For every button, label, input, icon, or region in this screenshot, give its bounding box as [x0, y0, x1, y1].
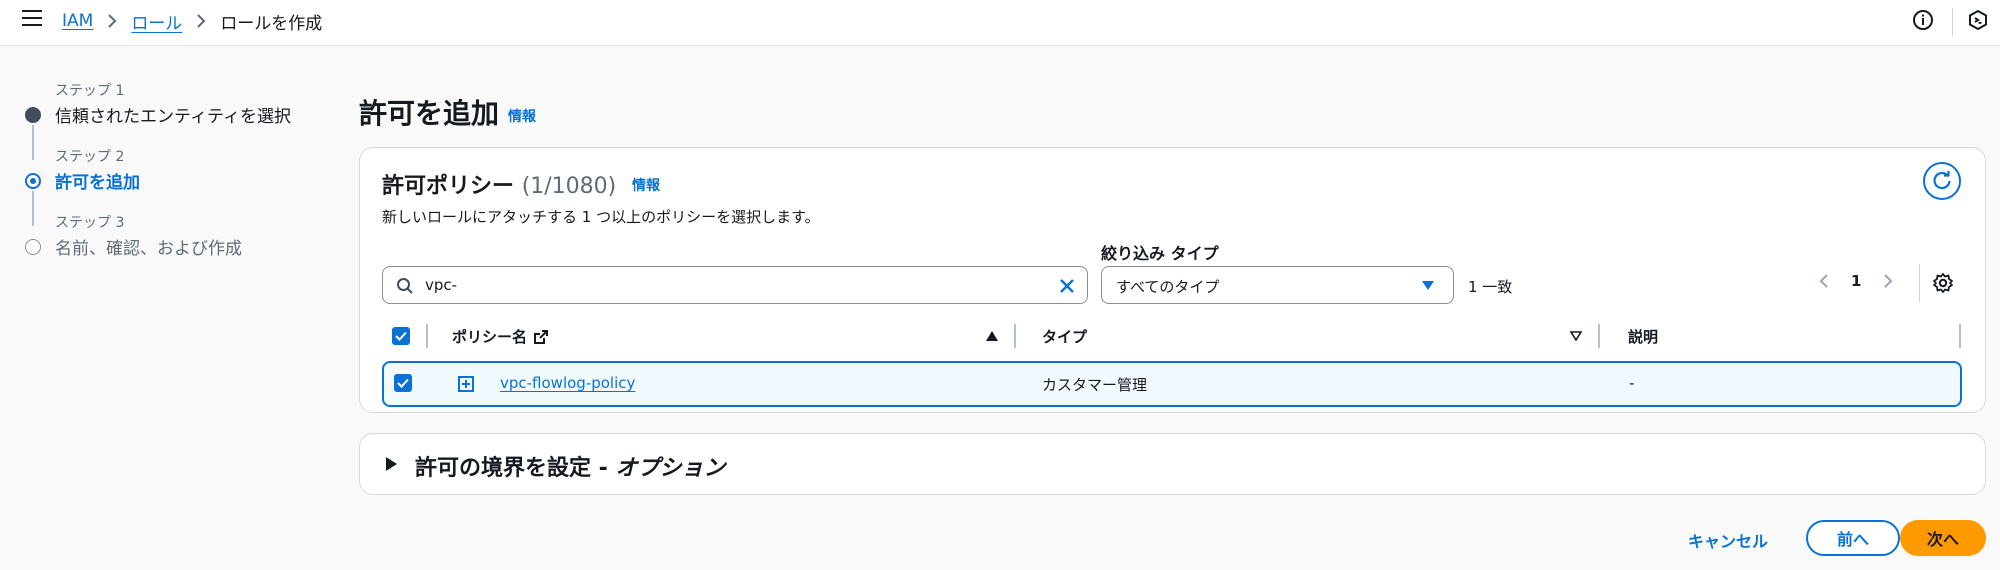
step-3: ステップ 3 名前、確認、および作成 — [20, 212, 320, 278]
policy-description: - — [1629, 374, 1635, 392]
check-icon — [397, 378, 409, 388]
breadcrumb-roles[interactable]: ロール — [131, 9, 182, 34]
column-policy-name[interactable]: ポリシー名 — [452, 326, 549, 347]
row-checkbox[interactable] — [394, 374, 412, 392]
cancel-button[interactable]: キャンセル — [1688, 528, 1768, 552]
step-title: 信頼されたエンティティを選択 — [55, 107, 291, 127]
column-separator — [1598, 324, 1600, 348]
check-icon — [395, 331, 407, 341]
breadcrumb: IAM ロール ロールを作成 — [62, 9, 323, 34]
step-label: ステップ 1 — [55, 83, 125, 99]
menu-icon[interactable] — [22, 10, 42, 28]
step-pending-indicator — [25, 239, 41, 255]
expand-plus-icon[interactable] — [458, 376, 474, 392]
chevron-right-icon[interactable] — [1883, 273, 1893, 289]
breadcrumb-iam[interactable]: IAM — [62, 11, 93, 31]
permissions-policies-panel: 許可ポリシー (1/1080) 情報 新しいロールにアタッチする 1 つ以上のポ… — [359, 147, 1986, 413]
step-current-indicator — [25, 173, 41, 189]
top-divider — [1952, 8, 1953, 36]
gear-icon[interactable] — [1932, 272, 1954, 294]
column-separator — [1959, 324, 1961, 348]
breadcrumb-current: ロールを作成 — [220, 13, 323, 34]
select-all-checkbox[interactable] — [392, 327, 410, 345]
step-2[interactable]: ステップ 2 許可を追加 — [20, 146, 320, 226]
boundary-optional: オプション — [615, 456, 726, 481]
pagination: 1 — [1819, 272, 1893, 290]
search-input[interactable] — [425, 274, 1025, 296]
cloudshell-icon[interactable] — [1966, 8, 1990, 32]
table-row[interactable]: vpc-flowlog-policy カスタマー管理 - — [382, 361, 1962, 407]
caret-down-icon — [1422, 281, 1434, 290]
table-header: ポリシー名 タイプ 説明 — [382, 316, 1977, 356]
chevron-left-icon[interactable] — [1819, 273, 1829, 289]
policies-description: 新しいロールにアタッチする 1 つ以上のポリシーを選択します。 — [382, 208, 820, 226]
info-icon[interactable] — [1911, 8, 1935, 32]
step-title: 名前、確認、および作成 — [55, 239, 242, 259]
permissions-boundary-panel[interactable]: 許可の境界を設定 - オプション — [359, 433, 1986, 495]
sort-icon[interactable] — [1570, 331, 1582, 341]
column-description[interactable]: 説明 — [1628, 326, 1658, 347]
policies-count: (1/1080) — [521, 174, 617, 199]
step-label: ステップ 2 — [55, 149, 125, 165]
policy-name-link[interactable]: vpc-flowlog-policy — [500, 374, 635, 392]
column-separator — [1014, 324, 1016, 348]
chevron-right-icon — [196, 14, 206, 28]
match-count: 1 一致 — [1468, 278, 1513, 296]
refresh-icon — [1933, 171, 1951, 190]
page-title: 許可を追加 — [359, 97, 500, 130]
column-separator — [426, 324, 428, 348]
type-filter-select[interactable]: すべてのタイプ — [1101, 266, 1454, 304]
policy-type: カスタマー管理 — [1042, 376, 1148, 394]
chevron-right-icon — [107, 14, 117, 28]
page-number[interactable]: 1 — [1851, 272, 1861, 290]
column-type[interactable]: タイプ — [1042, 326, 1087, 347]
policy-search[interactable] — [382, 266, 1088, 304]
external-link-icon — [534, 329, 549, 344]
policies-info-link[interactable]: 情報 — [632, 175, 660, 195]
clear-icon[interactable] — [1057, 276, 1077, 296]
step-1[interactable]: ステップ 1 信頼されたエンティティを選択 — [20, 80, 320, 160]
sort-ascending-icon[interactable] — [986, 331, 998, 341]
page-info-link[interactable]: 情報 — [508, 106, 536, 126]
policies-heading: 許可ポリシー (1/1080) — [382, 168, 616, 200]
step-done-indicator — [25, 107, 41, 123]
wizard-steps: ステップ 1 信頼されたエンティティを選択 ステップ 2 許可を追加 ステップ … — [20, 80, 320, 278]
column-policy-name-label: ポリシー名 — [452, 328, 528, 346]
pager-divider — [1919, 264, 1920, 302]
search-icon — [397, 278, 413, 294]
type-filter-value: すべてのタイプ — [1116, 278, 1220, 296]
step-title: 許可を追加 — [55, 173, 140, 193]
next-button[interactable]: 次へ — [1900, 520, 1986, 556]
policies-title: 許可ポリシー — [382, 174, 515, 199]
top-bar: IAM ロール ロールを作成 — [0, 0, 2000, 46]
boundary-title: 許可の境界を設定 - — [415, 456, 616, 481]
boundary-heading: 許可の境界を設定 - オプション — [415, 450, 725, 482]
step-label: ステップ 3 — [55, 215, 125, 231]
previous-button[interactable]: 前へ — [1806, 520, 1900, 556]
caret-right-icon — [386, 457, 397, 471]
refresh-button[interactable] — [1923, 162, 1961, 200]
filter-type-label: 絞り込み タイプ — [1101, 244, 1219, 263]
